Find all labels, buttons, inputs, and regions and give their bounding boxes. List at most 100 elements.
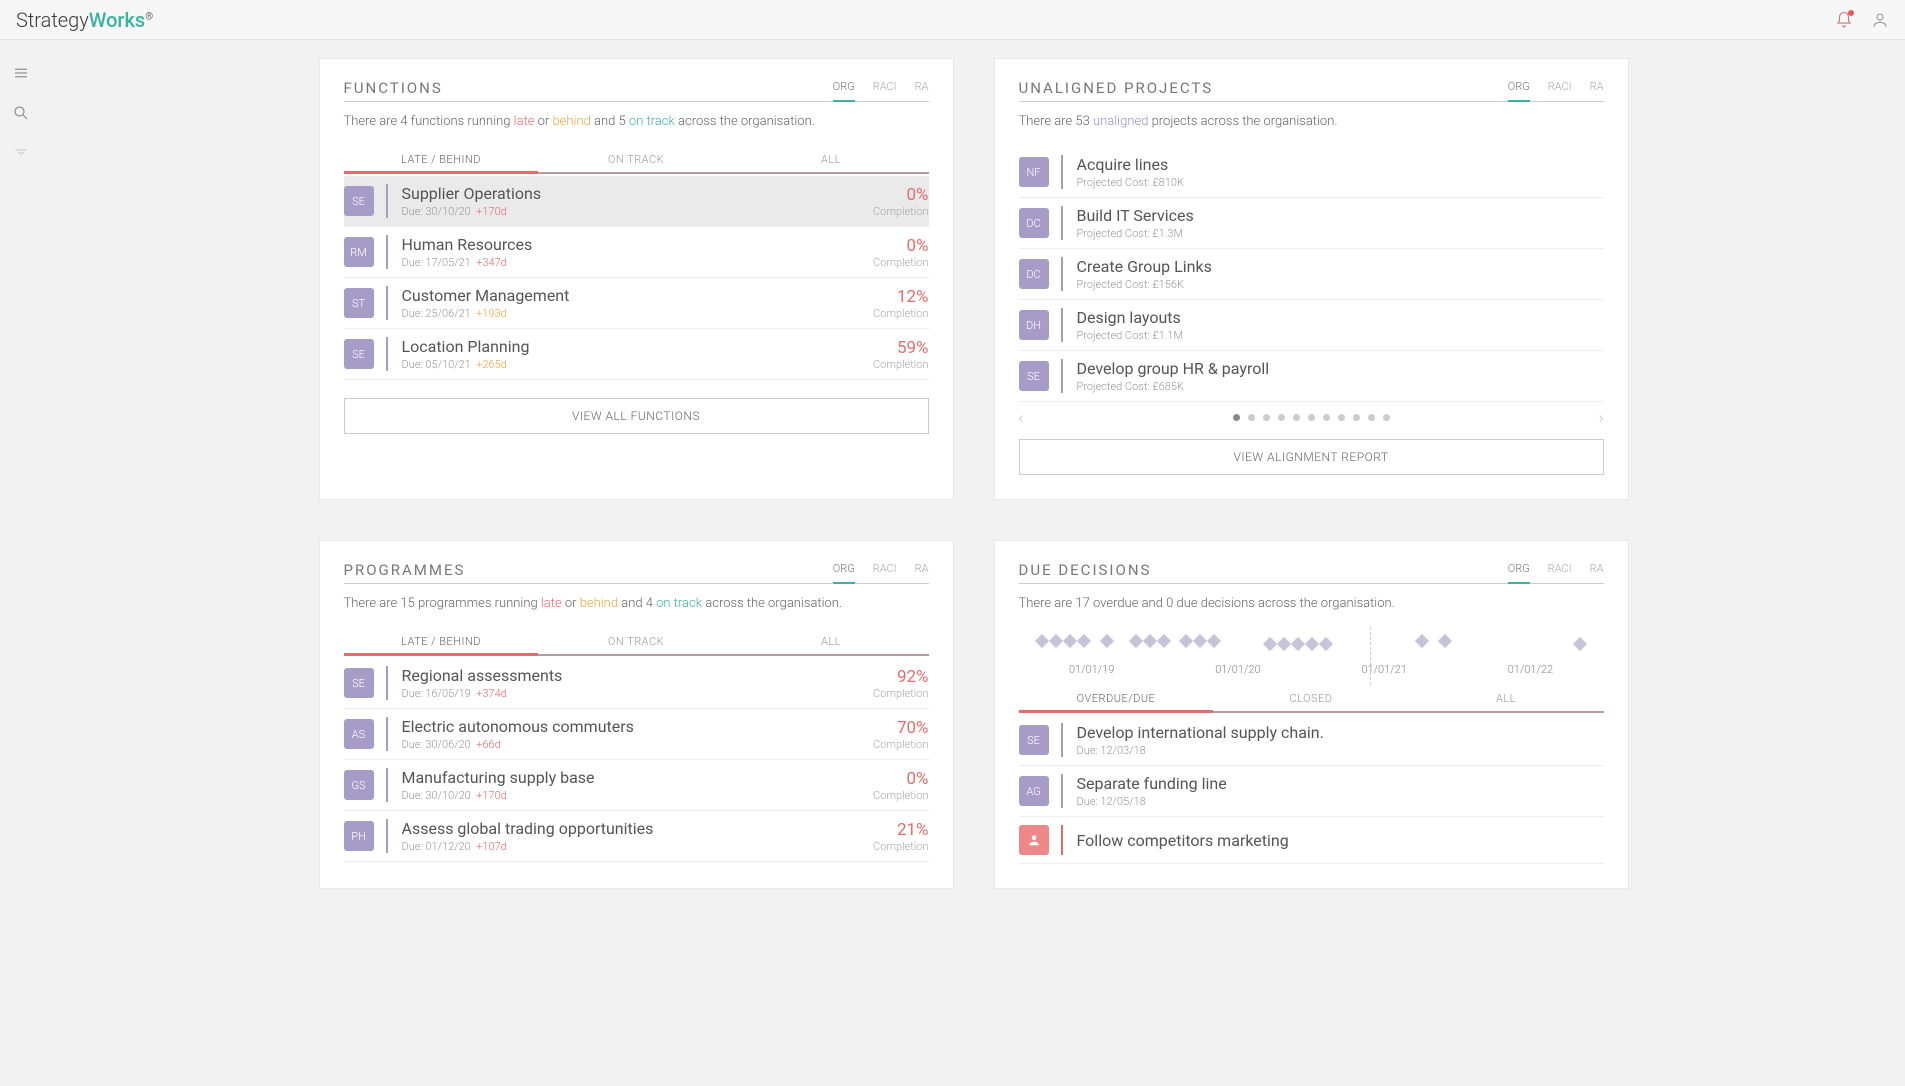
summary-text: There are 4 functions running late or be… <box>344 114 929 129</box>
list-item[interactable]: RM Human Resources Due: 17/05/21 +347d 0… <box>344 227 929 278</box>
search-icon[interactable] <box>12 104 30 122</box>
main-content: FUNCTIONS ORG RACI RA There are 4 functi… <box>42 40 1905 1086</box>
scope-tabs: ORG RACI RA <box>833 80 929 97</box>
completion-label: Completion <box>873 307 929 320</box>
bell-icon[interactable] <box>1835 11 1853 29</box>
row-title: Design layouts <box>1077 308 1604 327</box>
list-item[interactable]: SE Location Planning Due: 05/10/21 +265d… <box>344 329 929 380</box>
avatar: NF <box>1019 157 1049 187</box>
completion-pct: 70% <box>873 718 929 738</box>
pager-dot[interactable] <box>1278 414 1285 421</box>
row-subtitle: Projected Cost: £1.1M <box>1077 329 1604 342</box>
completion-label: Completion <box>873 687 929 700</box>
tab-org[interactable]: ORG <box>1508 562 1530 579</box>
row-title: Location Planning <box>402 337 873 356</box>
filter-overdue[interactable]: OVERDUE/DUE <box>1019 686 1214 711</box>
pager-next-icon[interactable]: › <box>1599 408 1604 427</box>
tab-org[interactable]: ORG <box>833 562 855 579</box>
card-title: DUE DECISIONS <box>1019 561 1152 579</box>
tab-raci[interactable]: RACI <box>1548 562 1572 579</box>
tab-raci[interactable]: RACI <box>873 562 897 579</box>
list-item[interactable]: DC Create Group Links Projected Cost: £1… <box>1019 249 1604 300</box>
tab-ra[interactable]: RA <box>915 562 929 579</box>
avatar: SE <box>344 339 374 369</box>
avatar: DC <box>1019 259 1049 289</box>
row-subtitle: Due: 16/05/19 +374d <box>402 687 873 700</box>
user-icon[interactable] <box>1871 11 1889 29</box>
pager-dot[interactable] <box>1353 414 1360 421</box>
pager-dot[interactable] <box>1293 414 1300 421</box>
pager-dot[interactable] <box>1338 414 1345 421</box>
list-item[interactable]: SE Regional assessments Due: 16/05/19 +3… <box>344 658 929 709</box>
row-subtitle: Due: 30/06/20 +66d <box>402 738 873 751</box>
avatar: SE <box>344 668 374 698</box>
completion-label: Completion <box>873 358 929 371</box>
card-title: PROGRAMMES <box>344 561 466 579</box>
filter-ontrack[interactable]: ON TRACK <box>539 629 734 654</box>
card-title: FUNCTIONS <box>344 79 443 97</box>
list-item[interactable]: SE Supplier Operations Due: 30/10/20 +17… <box>344 176 929 227</box>
unaligned-card: UNALIGNED PROJECTS ORG RACI RA There are… <box>994 58 1629 500</box>
avatar <box>1019 825 1049 855</box>
tab-org[interactable]: ORG <box>1508 80 1530 97</box>
filter-all[interactable]: ALL <box>734 629 929 654</box>
filter-late[interactable]: LATE / BEHIND <box>344 629 539 654</box>
notification-dot <box>1848 10 1854 16</box>
list-item[interactable]: AG Separate funding line Due: 12/05/18 <box>1019 766 1604 817</box>
completion-pct: 92% <box>873 667 929 687</box>
completion-label: Completion <box>873 789 929 802</box>
list-item[interactable]: GS Manufacturing supply base Due: 30/10/… <box>344 760 929 811</box>
menu-icon[interactable] <box>12 64 30 82</box>
row-subtitle: Due: 30/10/20 +170d <box>402 205 873 218</box>
list-item[interactable]: SE Develop group HR & payroll Projected … <box>1019 351 1604 402</box>
list-item[interactable]: AS Electric autonomous commuters Due: 30… <box>344 709 929 760</box>
sidebar <box>0 40 42 1086</box>
tab-ra[interactable]: RA <box>1590 80 1604 97</box>
tab-raci[interactable]: RACI <box>873 80 897 97</box>
filter-ontrack[interactable]: ON TRACK <box>539 147 734 172</box>
list-item[interactable]: Follow competitors marketing <box>1019 817 1604 864</box>
row-title: Build IT Services <box>1077 206 1604 225</box>
pager-dot[interactable] <box>1233 414 1240 421</box>
row-title: Assess global trading opportunities <box>402 819 873 838</box>
list-item[interactable]: NF Acquire lines Projected Cost: £810K <box>1019 147 1604 198</box>
pager-dot[interactable] <box>1383 414 1390 421</box>
completion-label: Completion <box>873 256 929 269</box>
pager-dot[interactable] <box>1263 414 1270 421</box>
row-subtitle: Due: 25/06/21 +193d <box>402 307 873 320</box>
list-item[interactable]: DC Build IT Services Projected Cost: £1.… <box>1019 198 1604 249</box>
completion-pct: 0% <box>873 769 929 789</box>
row-title: Regional assessments <box>402 666 873 685</box>
avatar: DC <box>1019 208 1049 238</box>
pager-prev-icon[interactable]: ‹ <box>1019 408 1024 427</box>
row-subtitle: Projected Cost: £685K <box>1077 380 1604 393</box>
list-item[interactable]: SE Develop international supply chain. D… <box>1019 715 1604 766</box>
view-all-functions-button[interactable]: VIEW ALL FUNCTIONS <box>344 398 929 434</box>
row-title: Supplier Operations <box>402 184 873 203</box>
tab-ra[interactable]: RA <box>915 80 929 97</box>
pager-dot[interactable] <box>1308 414 1315 421</box>
summary-text: There are 53 unaligned projects across t… <box>1019 114 1604 129</box>
filter-all[interactable]: ALL <box>734 147 929 172</box>
filter-closed[interactable]: CLOSED <box>1214 686 1409 711</box>
avatar: AG <box>1019 776 1049 806</box>
list-item[interactable]: ST Customer Management Due: 25/06/21 +19… <box>344 278 929 329</box>
row-title: Electric autonomous commuters <box>402 717 873 736</box>
filter-late[interactable]: LATE / BEHIND <box>344 147 539 172</box>
view-alignment-report-button[interactable]: VIEW ALIGNMENT REPORT <box>1019 439 1604 475</box>
logo: StrategyWorks® <box>16 8 153 32</box>
pager-dot[interactable] <box>1323 414 1330 421</box>
tab-raci[interactable]: RACI <box>1548 80 1572 97</box>
list-item[interactable]: DH Design layouts Projected Cost: £1.1M <box>1019 300 1604 351</box>
tab-ra[interactable]: RA <box>1590 562 1604 579</box>
row-title: Develop group HR & payroll <box>1077 359 1604 378</box>
functions-card: FUNCTIONS ORG RACI RA There are 4 functi… <box>319 58 954 500</box>
pager-dot[interactable] <box>1248 414 1255 421</box>
avatar: SE <box>1019 725 1049 755</box>
completion-pct: 21% <box>873 820 929 840</box>
filter-all[interactable]: ALL <box>1409 686 1604 711</box>
list-item[interactable]: PH Assess global trading opportunities D… <box>344 811 929 862</box>
filter-icon[interactable] <box>12 144 30 162</box>
tab-org[interactable]: ORG <box>833 80 855 97</box>
pager-dot[interactable] <box>1368 414 1375 421</box>
